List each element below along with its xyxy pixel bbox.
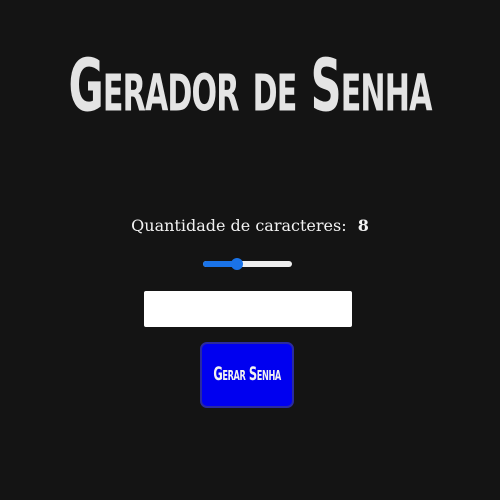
generate-password-button[interactable]: Gerar Senha bbox=[200, 342, 294, 408]
length-label: Quantidade de caracteres: bbox=[131, 216, 347, 235]
slider-track[interactable] bbox=[203, 261, 292, 267]
length-row: Quantidade de caracteres: 8 bbox=[0, 216, 500, 235]
page-title: Gerador de Senha bbox=[68, 44, 432, 129]
length-slider[interactable] bbox=[203, 258, 292, 270]
length-value: 8 bbox=[357, 216, 369, 235]
generate-button-label: Gerar Senha bbox=[213, 364, 281, 386]
password-generator-page: Gerador de Senha Quantidade de caractere… bbox=[0, 0, 500, 500]
password-output-field[interactable] bbox=[144, 291, 352, 327]
slider-thumb[interactable] bbox=[230, 258, 243, 270]
